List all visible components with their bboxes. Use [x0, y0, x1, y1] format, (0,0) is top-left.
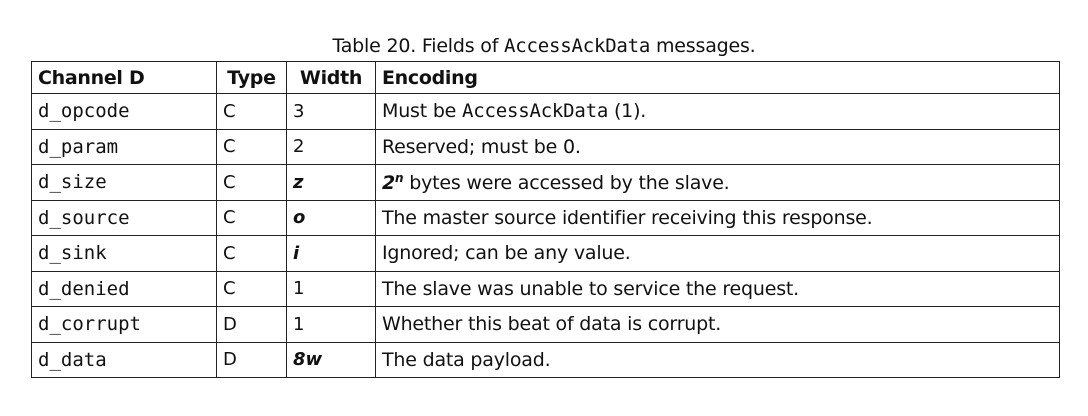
table-row: d_denied C 1 The slave was unable to ser… — [31, 270, 1060, 307]
field-width: o — [286, 199, 376, 236]
field-encoding: The slave was unable to service the requ… — [375, 270, 1060, 307]
field-type: C — [216, 128, 287, 165]
table-caption: Table 20. Fields of AccessAckData messag… — [0, 34, 1088, 58]
encoding-suffix: (1). — [608, 100, 647, 123]
field-name: d_denied — [31, 270, 217, 307]
field-width: z — [286, 164, 376, 201]
table-row: d_source C o The master source identifie… — [31, 199, 1060, 236]
field-type: D — [216, 306, 287, 343]
field-name: d_source — [31, 199, 217, 236]
field-width: 3 — [286, 93, 376, 130]
encoding-prefix: Must be — [382, 100, 463, 123]
field-type: D — [216, 341, 287, 378]
table-row: d_sink C i Ignored; can be any value. — [31, 235, 1060, 272]
field-encoding: Reserved; must be 0. — [375, 128, 1060, 165]
table-row: d_opcode C 3 Must be AccessAckData (1). — [31, 93, 1060, 130]
field-encoding: Must be AccessAckData (1). — [375, 93, 1060, 130]
field-type: C — [216, 235, 287, 272]
table-row: d_data D 8w The data payload. — [31, 341, 1060, 378]
encoding-base: 2 — [382, 171, 396, 194]
table-row: d_param C 2 Reserved; must be 0. — [31, 128, 1060, 165]
caption-suffix: messages. — [650, 35, 756, 57]
field-name: d_opcode — [31, 93, 217, 130]
field-type: C — [216, 93, 287, 130]
field-width: 1 — [286, 270, 376, 307]
field-encoding: The master source identifier receiving t… — [375, 199, 1060, 236]
field-width: 1 — [286, 306, 376, 343]
field-width: 2 — [286, 128, 376, 165]
field-type: C — [216, 199, 287, 236]
field-name: d_size — [31, 164, 217, 201]
caption-prefix: Table 20. Fields of — [332, 35, 505, 57]
field-encoding: Ignored; can be any value. — [375, 235, 1060, 272]
encoding-rest: bytes were accessed by the slave. — [403, 171, 730, 194]
header-width: Width — [286, 61, 376, 94]
header-channel: Channel D — [31, 61, 217, 94]
field-encoding: 2n bytes were accessed by the slave. — [375, 164, 1060, 201]
field-encoding: Whether this beat of data is corrupt. — [375, 306, 1060, 343]
field-width: 8w — [286, 341, 376, 378]
fields-table: Channel D Type Width Encoding d_opcode C… — [31, 61, 1060, 378]
field-name: d_corrupt — [31, 306, 217, 343]
header-type: Type — [216, 61, 287, 94]
field-name: d_sink — [31, 235, 217, 272]
field-type: C — [216, 164, 287, 201]
field-name: d_data — [31, 341, 217, 378]
header-row: Channel D Type Width Encoding — [31, 61, 1060, 94]
field-name: d_param — [31, 128, 217, 165]
encoding-code: AccessAckData — [462, 100, 609, 123]
field-encoding: The data payload. — [375, 341, 1060, 378]
table-row: d_corrupt D 1 Whether this beat of data … — [31, 306, 1060, 343]
header-encoding: Encoding — [375, 61, 1060, 94]
field-width: i — [286, 235, 376, 272]
caption-code: AccessAckData — [504, 35, 651, 57]
table-row: d_size C z 2n bytes were accessed by the… — [31, 164, 1060, 201]
field-type: C — [216, 270, 287, 307]
